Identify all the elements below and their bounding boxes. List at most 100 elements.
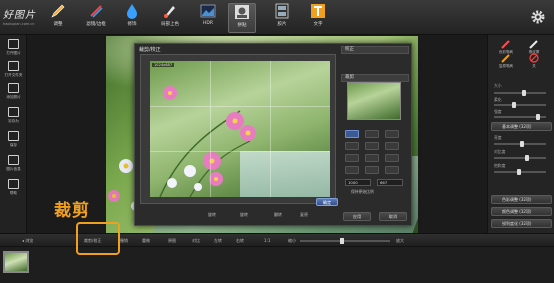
filmstrip-thumbnail[interactable] [3, 251, 29, 273]
gear-icon[interactable] [530, 9, 546, 25]
slider-label: 强度 [494, 109, 502, 114]
hdr-icon [200, 4, 216, 18]
tool-film[interactable]: 胶片 [268, 3, 296, 33]
add-photo-icon [8, 83, 19, 93]
brush-size-slider[interactable] [494, 90, 546, 96]
save-as-button[interactable]: 另存为 [3, 107, 24, 129]
tool-adjust[interactable]: 调整 [44, 3, 72, 33]
rotate-left-button[interactable]: 旋转 [208, 211, 216, 219]
ratio-button[interactable] [345, 142, 359, 150]
section-header-correct[interactable]: 校正 [341, 46, 409, 54]
rotate-right-bottom-button[interactable]: 右转 [236, 237, 244, 245]
add-photo-button[interactable]: 添加照片 [3, 83, 24, 105]
ratio-button[interactable] [385, 130, 399, 138]
save-button[interactable]: 保存 [3, 131, 24, 153]
tool-label: 修饰 [127, 22, 137, 27]
left-sidebar: 打开图片 打开文件夹 添加照片 另存为 保存 图片信息 帮助 [0, 35, 27, 233]
tool-filters[interactable]: 滤镜/边框 [82, 3, 110, 33]
dialog-bottom-bar: 旋转 旋转 翻转 复原 [140, 209, 336, 221]
cancel-button[interactable]: 取消 [379, 212, 407, 221]
zoom-slider[interactable] [300, 238, 390, 244]
ratio-button[interactable] [385, 154, 399, 162]
flip-button[interactable]: 翻转 [274, 211, 282, 219]
app-logo: 好图片 haotupian.com.cn [3, 6, 41, 30]
brightness-slider[interactable] [494, 141, 546, 147]
ratio-button[interactable] [365, 166, 379, 174]
tool-label: 关 [532, 64, 536, 68]
restore-brush-button[interactable]: 复原笔刷 [496, 53, 516, 69]
ratio-button[interactable] [365, 130, 379, 138]
color-adjust-section[interactable]: 色彩调整 (32项) [491, 195, 552, 204]
off-button[interactable]: 关 [524, 53, 544, 69]
zoom-in-button[interactable]: 放大 [396, 237, 404, 245]
save-icon [8, 131, 19, 141]
reset-button[interactable]: 复原 [300, 211, 308, 219]
tool-text[interactable]: 文字 [304, 3, 332, 33]
slider-label: 亮度 [494, 135, 502, 140]
slider-label: 对比度 [494, 149, 506, 154]
slider-knob[interactable] [536, 114, 540, 120]
crop-area: 1024x687 确定 [140, 54, 338, 206]
slider-knob[interactable] [517, 169, 521, 175]
dialog-right-panel: 校正 裁剪 1000 667 保持原始比例 [341, 46, 409, 224]
undo-button[interactable]: 撤销 [120, 237, 128, 245]
basic-adjust-section[interactable]: 基本调整 (32项) [491, 122, 552, 131]
tool-label: 文字 [313, 22, 323, 27]
help-button[interactable]: 帮助 [3, 179, 24, 201]
ratio-button[interactable] [385, 166, 399, 174]
brand-name: 好图片 [3, 10, 36, 21]
actual-size-button[interactable]: 1:1 [264, 237, 270, 245]
sidebar-label: 保存 [9, 143, 18, 147]
ok-button[interactable]: 确定 [316, 198, 338, 206]
browse-button[interactable]: ◂ 浏览 [22, 237, 33, 245]
image-info-button[interactable]: 图片信息 [3, 155, 24, 177]
slider-knob[interactable] [512, 102, 516, 108]
saturation-slider[interactable] [494, 169, 546, 175]
brand-url: haotupian.com.cn [3, 22, 35, 26]
rotate-right-button[interactable]: 旋转 [240, 211, 248, 219]
contrast-slider[interactable] [494, 155, 546, 161]
right-sidebar: 色彩笔刷 橡皮擦 复原笔刷 关 大小 柔化 强度 基本调整 (32项) 亮度 对… [487, 35, 554, 233]
original-button[interactable]: 原图 [168, 237, 176, 245]
tool-hdr[interactable]: HDR [194, 3, 222, 33]
tool-retouch[interactable]: 修饰 [118, 3, 146, 33]
tone-adjust-section[interactable]: 颜色调整 (32项) [491, 207, 552, 216]
brush-icon [164, 6, 175, 18]
eraser-icon [529, 40, 538, 49]
brush-soft-slider[interactable] [494, 102, 546, 108]
text-icon [311, 4, 325, 18]
crop-thumbnail [347, 82, 401, 120]
collage-icon [235, 5, 249, 19]
tool-label: 胶片 [277, 22, 287, 27]
crop-preview[interactable]: 1024x687 [150, 61, 330, 197]
grid-line [270, 61, 271, 197]
keep-ratio-checkbox[interactable]: 保持原始比例 [351, 189, 374, 195]
rotate-left-bottom-button[interactable]: 左转 [214, 237, 222, 245]
width-input[interactable]: 1000 [345, 179, 371, 186]
help-icon [8, 179, 19, 189]
compare-button[interactable]: 对比 [192, 237, 200, 245]
grid-line [150, 151, 330, 152]
palette-icon [90, 5, 103, 18]
ratio-button[interactable] [385, 142, 399, 150]
tool-collage[interactable]: 拼贴 [228, 3, 256, 33]
slider-knob[interactable] [525, 155, 529, 161]
open-image-button[interactable]: 打开图片 [3, 39, 24, 61]
redo-button[interactable]: 重做 [142, 237, 150, 245]
section-header-crop[interactable]: 裁剪 [341, 74, 409, 82]
slider-knob[interactable] [522, 90, 526, 96]
height-input[interactable]: 667 [377, 179, 403, 186]
open-folder-button[interactable]: 打开文件夹 [3, 61, 24, 83]
ratio-button[interactable] [365, 142, 379, 150]
zoom-knob[interactable] [340, 238, 344, 244]
ratio-button[interactable] [345, 154, 359, 162]
tool-local-color[interactable]: 局部上色 [156, 3, 184, 33]
ratio-button[interactable] [345, 130, 359, 138]
ratio-button[interactable] [345, 166, 359, 174]
slider-knob[interactable] [520, 141, 524, 147]
sharpen-section[interactable]: 锐利度化 (32项) [491, 219, 552, 228]
brush-strength-slider[interactable] [494, 114, 546, 120]
apply-button[interactable]: 应用 [343, 212, 371, 221]
zoom-out-button[interactable]: 缩小 [288, 237, 296, 245]
ratio-button[interactable] [365, 154, 379, 162]
